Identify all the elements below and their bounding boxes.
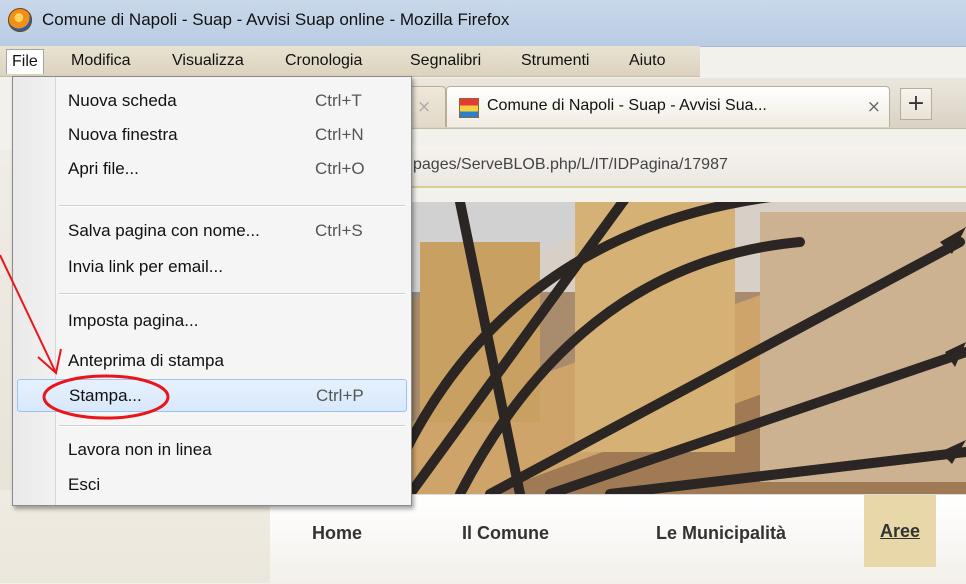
window-titlebar: Comune di Napoli - Suap - Avvisi Suap on… bbox=[0, 0, 966, 47]
menu-item-label: Nuova finestra bbox=[68, 125, 178, 144]
menu-item-label: Esci bbox=[68, 475, 101, 494]
menu-item-lavora-non-in-linea[interactable]: Lavora non in linea bbox=[13, 434, 411, 466]
menu-file[interactable]: File bbox=[6, 49, 44, 74]
menu-item-label: Stampa... bbox=[69, 386, 142, 405]
file-menu-dropdown: Nuova scheda Ctrl+T Nuova finestra Ctrl+… bbox=[12, 76, 412, 506]
site-nav: Home Il Comune Le Municipalità Aree bbox=[270, 494, 966, 584]
menu-item-label: Lavora non in linea bbox=[68, 440, 212, 459]
menu-item-label: Imposta pagina... bbox=[68, 311, 199, 330]
menu-bar: File Modifica Visualizza Cronologia Segn… bbox=[0, 46, 700, 77]
close-tab-icon[interactable]: × bbox=[417, 97, 431, 117]
menu-separator bbox=[59, 205, 405, 207]
menu-item-invia-link[interactable]: Invia link per email... bbox=[13, 251, 411, 283]
menu-segnalibri[interactable]: Segnalibri bbox=[405, 49, 486, 73]
nav-home[interactable]: Home bbox=[312, 523, 362, 544]
menu-item-apri-file[interactable]: Apri file... Ctrl+O bbox=[13, 153, 411, 185]
tab-active[interactable]: Comune di Napoli - Suap - Avvisi Sua... … bbox=[446, 86, 890, 127]
menu-item-label: Salva pagina con nome... bbox=[68, 221, 260, 240]
window-title: Comune di Napoli - Suap - Avvisi Suap on… bbox=[42, 10, 510, 29]
menu-item-nuova-scheda[interactable]: Nuova scheda Ctrl+T bbox=[13, 85, 411, 117]
firefox-icon bbox=[8, 8, 32, 32]
menu-modifica[interactable]: Modifica bbox=[66, 49, 136, 73]
url-text: pages/ServeBLOB.php/L/IT/IDPagina/17987 bbox=[413, 156, 728, 173]
napoli-favicon-icon bbox=[459, 98, 479, 118]
menu-item-label: Invia link per email... bbox=[68, 257, 223, 276]
menu-item-shortcut: Ctrl+P bbox=[316, 386, 364, 405]
menu-item-shortcut: Ctrl+N bbox=[315, 125, 364, 144]
menu-strumenti[interactable]: Strumenti bbox=[516, 49, 594, 73]
menu-item-label: Apri file... bbox=[68, 159, 139, 178]
tab-title: Comune di Napoli - Suap - Avvisi Sua... bbox=[487, 97, 767, 114]
menu-visualizza[interactable]: Visualizza bbox=[167, 49, 249, 73]
url-bar[interactable]: pages/ServeBLOB.php/L/IT/IDPagina/17987 bbox=[400, 146, 966, 188]
menu-item-label: Nuova scheda bbox=[68, 91, 177, 110]
menu-item-shortcut: Ctrl+T bbox=[315, 91, 362, 110]
menu-item-shortcut: Ctrl+S bbox=[315, 221, 363, 240]
menu-item-imposta-pagina[interactable]: Imposta pagina... bbox=[13, 305, 411, 337]
new-tab-button[interactable]: + bbox=[900, 88, 932, 120]
menu-aiuto[interactable]: Aiuto bbox=[624, 49, 670, 73]
close-tab-icon[interactable]: × bbox=[867, 97, 881, 117]
nav-le-municipalita[interactable]: Le Municipalità bbox=[656, 523, 786, 544]
menu-item-anteprima-stampa[interactable]: Anteprima di stampa bbox=[13, 345, 411, 377]
menu-item-label: Anteprima di stampa bbox=[68, 351, 224, 370]
menu-separator bbox=[59, 425, 405, 427]
menu-item-shortcut: Ctrl+O bbox=[315, 159, 365, 178]
nav-il-comune[interactable]: Il Comune bbox=[462, 523, 549, 544]
hero-photo bbox=[400, 202, 966, 494]
menu-item-esci[interactable]: Esci bbox=[13, 469, 411, 501]
menu-item-nuova-finestra[interactable]: Nuova finestra Ctrl+N bbox=[13, 119, 411, 151]
iron-gate-graphic bbox=[400, 202, 966, 494]
menu-item-salva-pagina[interactable]: Salva pagina con nome... Ctrl+S bbox=[13, 215, 411, 247]
menu-separator bbox=[59, 293, 405, 295]
menu-item-stampa[interactable]: Stampa... Ctrl+P bbox=[17, 379, 407, 412]
tab-strip: × Comune di Napoli - Suap - Avvisi Sua..… bbox=[400, 78, 966, 129]
menu-cronologia[interactable]: Cronologia bbox=[280, 49, 367, 73]
nav-aree[interactable]: Aree bbox=[864, 495, 937, 567]
